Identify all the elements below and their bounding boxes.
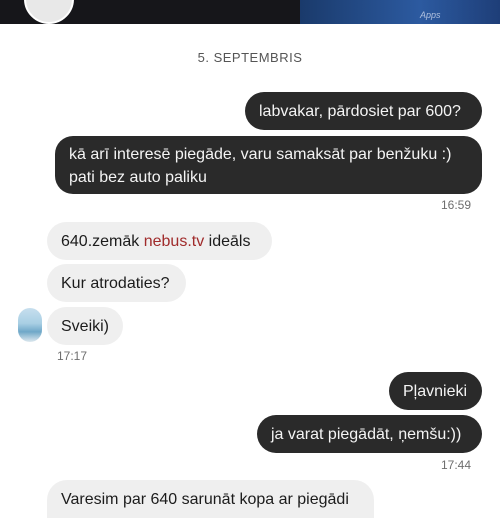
message-timestamp: 16:59 xyxy=(441,198,472,212)
message-text: ja varat piegādāt, ņemšu:)) xyxy=(271,426,462,443)
message-incoming[interactable]: Sveiki) xyxy=(47,307,123,345)
message-outgoing[interactable]: kā arī interesē piegāde, varu samaksāt p… xyxy=(55,136,482,194)
message-outgoing[interactable]: Pļavnieki xyxy=(389,372,482,410)
message-text: Pļavnieki xyxy=(403,383,468,400)
message-text: 640.zemāk xyxy=(61,233,144,250)
message-text: labvakar, pārdosiet par 600? xyxy=(259,103,461,120)
message-incoming[interactable]: 640.zemāk nebus.tv ideāls xyxy=(47,222,272,260)
thumbnail-caption: Apps xyxy=(420,10,441,20)
chat-header: Apps xyxy=(0,0,500,24)
date-separator: 5. SEPTEMBRIS xyxy=(197,50,303,65)
message-outgoing[interactable]: ja varat piegādāt, ņemšu:)) xyxy=(257,415,482,453)
message-text-line: kā arī interesē piegāde, varu samaksāt p… xyxy=(69,146,452,163)
listing-avatar[interactable] xyxy=(24,0,74,24)
message-text: Sveiki) xyxy=(61,318,110,335)
message-text: Kur atrodaties? xyxy=(61,275,170,292)
listing-thumbnail[interactable]: Apps xyxy=(300,0,500,24)
message-text: ideāls xyxy=(204,233,251,250)
message-incoming[interactable]: Varesim par 640 sarunāt kopa ar piegādi xyxy=(47,480,374,518)
message-timestamp: 17:17 xyxy=(57,349,88,363)
message-incoming[interactable]: Kur atrodaties? xyxy=(47,264,186,302)
message-text-line: pati bez auto paliku xyxy=(69,169,207,186)
message-link[interactable]: nebus.tv xyxy=(144,233,204,250)
sender-avatar[interactable] xyxy=(18,308,42,342)
message-outgoing[interactable]: labvakar, pārdosiet par 600? xyxy=(245,92,482,130)
message-timestamp: 17:44 xyxy=(441,458,472,472)
